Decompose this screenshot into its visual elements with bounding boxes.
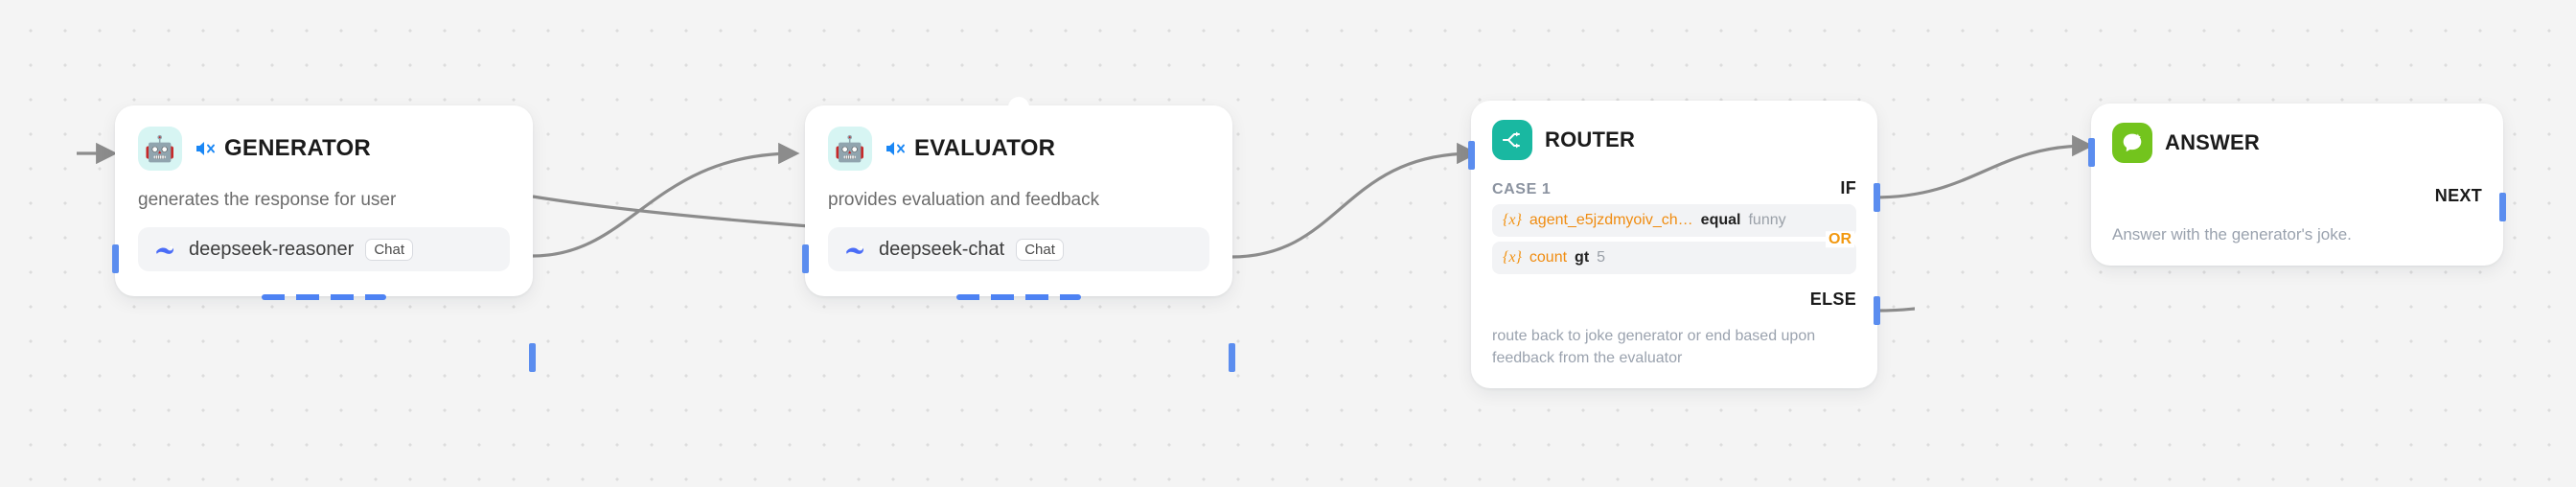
evaluator-title: EVALUATOR bbox=[914, 135, 1056, 161]
answer-description: Answer with the generator's joke. bbox=[2112, 225, 2352, 244]
generator-header: 🤖 GENERATOR bbox=[138, 127, 510, 171]
router-input-port[interactable] bbox=[1468, 141, 1475, 170]
edge-router-else-loopback bbox=[1875, 307, 1916, 313]
workflow-canvas[interactable]: 🤖 GENERATOR generates the response for u… bbox=[0, 0, 2576, 487]
deepseek-whale-icon bbox=[846, 245, 864, 254]
answer-header: ANSWER bbox=[2112, 123, 2482, 163]
router-else-label: ELSE bbox=[1809, 290, 1856, 309]
router-split-icon bbox=[1492, 120, 1532, 160]
robot-emoji-icon: 🤖 bbox=[138, 127, 182, 171]
evaluator-model-name: deepseek-chat bbox=[879, 238, 1005, 260]
router-else-row: ELSE bbox=[1492, 290, 1856, 310]
robot-emoji-glyph: 🤖 bbox=[834, 134, 866, 163]
generator-output-port[interactable] bbox=[529, 343, 536, 372]
router-description: route back to joke generator or end base… bbox=[1492, 328, 1816, 367]
router-condition-operator: equal bbox=[1700, 212, 1741, 228]
router-title: ROUTER bbox=[1545, 128, 1636, 151]
evaluator-description: provides evaluation and feedback bbox=[828, 190, 1100, 210]
router-condition-value: 5 bbox=[1597, 249, 1606, 266]
router-condition-variable: count bbox=[1529, 249, 1568, 266]
node-router[interactable]: ROUTER CASE 1 IF {x} agent_e5jzdmyoiv_ch… bbox=[1468, 101, 1880, 389]
router-case-label: CASE 1 bbox=[1492, 181, 1552, 197]
router-else-output-port[interactable] bbox=[1874, 296, 1880, 325]
router-condition-operator: gt bbox=[1575, 249, 1590, 266]
variable-braces-icon: {x} bbox=[1503, 249, 1522, 266]
evaluator-top-notch bbox=[1008, 97, 1029, 114]
evaluator-input-port[interactable] bbox=[802, 244, 809, 273]
variable-braces-icon: {x} bbox=[1503, 212, 1522, 228]
edge-router-if-to-answer bbox=[1873, 134, 2094, 199]
node-generator[interactable]: 🤖 GENERATOR generates the response for u… bbox=[112, 105, 536, 372]
node-answer[interactable]: ANSWER NEXT Answer with the generator's … bbox=[2088, 104, 2506, 266]
evaluator-output-port[interactable] bbox=[1229, 343, 1235, 372]
robot-emoji-icon: 🤖 bbox=[828, 127, 872, 171]
router-logical-operator[interactable]: OR bbox=[1826, 230, 1854, 248]
router-condition-group: {x} agent_e5jzdmyoiv_ch… equal funny {x}… bbox=[1492, 204, 1856, 274]
generator-model-row[interactable]: deepseek-reasoner Chat bbox=[138, 227, 510, 271]
router-condition-variable: agent_e5jzdmyoiv_ch… bbox=[1529, 212, 1693, 228]
generator-model-badge: Chat bbox=[365, 238, 414, 261]
router-if-label: IF bbox=[1840, 178, 1856, 197]
answer-next-output-port[interactable] bbox=[2499, 193, 2506, 221]
answer-title: ANSWER bbox=[2165, 130, 2260, 154]
answer-bubble-icon bbox=[2112, 123, 2152, 163]
answer-next-label: NEXT bbox=[2434, 186, 2482, 205]
speaker-muted-icon[interactable] bbox=[195, 139, 218, 158]
generator-description: generates the response for user bbox=[138, 190, 397, 210]
node-evaluator[interactable]: 🤖 EVALUATOR provides evaluation and feed… bbox=[802, 97, 1235, 372]
answer-input-port[interactable] bbox=[2088, 138, 2095, 167]
router-if-output-port[interactable] bbox=[1874, 183, 1880, 212]
generator-input-port[interactable] bbox=[112, 244, 119, 273]
edge-evaluator-to-router bbox=[1230, 142, 1479, 259]
generator-running-indicator bbox=[262, 294, 386, 300]
router-condition-row[interactable]: {x} count gt 5 bbox=[1492, 242, 1856, 274]
evaluator-running-indicator bbox=[956, 294, 1081, 300]
answer-next-row: NEXT bbox=[2112, 186, 2482, 206]
robot-emoji-glyph: 🤖 bbox=[144, 134, 176, 163]
generator-title: GENERATOR bbox=[224, 135, 371, 161]
speaker-muted-icon[interactable] bbox=[885, 139, 908, 158]
router-condition-value: funny bbox=[1748, 212, 1786, 228]
router-condition-row[interactable]: {x} agent_e5jzdmyoiv_ch… equal funny bbox=[1492, 204, 1856, 237]
deepseek-whale-icon bbox=[156, 245, 174, 254]
router-header: ROUTER bbox=[1492, 120, 1856, 160]
router-case-row: CASE 1 IF bbox=[1492, 178, 1856, 198]
evaluator-model-row[interactable]: deepseek-chat Chat bbox=[828, 227, 1209, 271]
evaluator-model-badge: Chat bbox=[1016, 238, 1064, 261]
edge-generator-to-evaluator bbox=[532, 142, 800, 258]
evaluator-header: 🤖 EVALUATOR bbox=[828, 127, 1209, 171]
generator-model-name: deepseek-reasoner bbox=[189, 238, 355, 260]
